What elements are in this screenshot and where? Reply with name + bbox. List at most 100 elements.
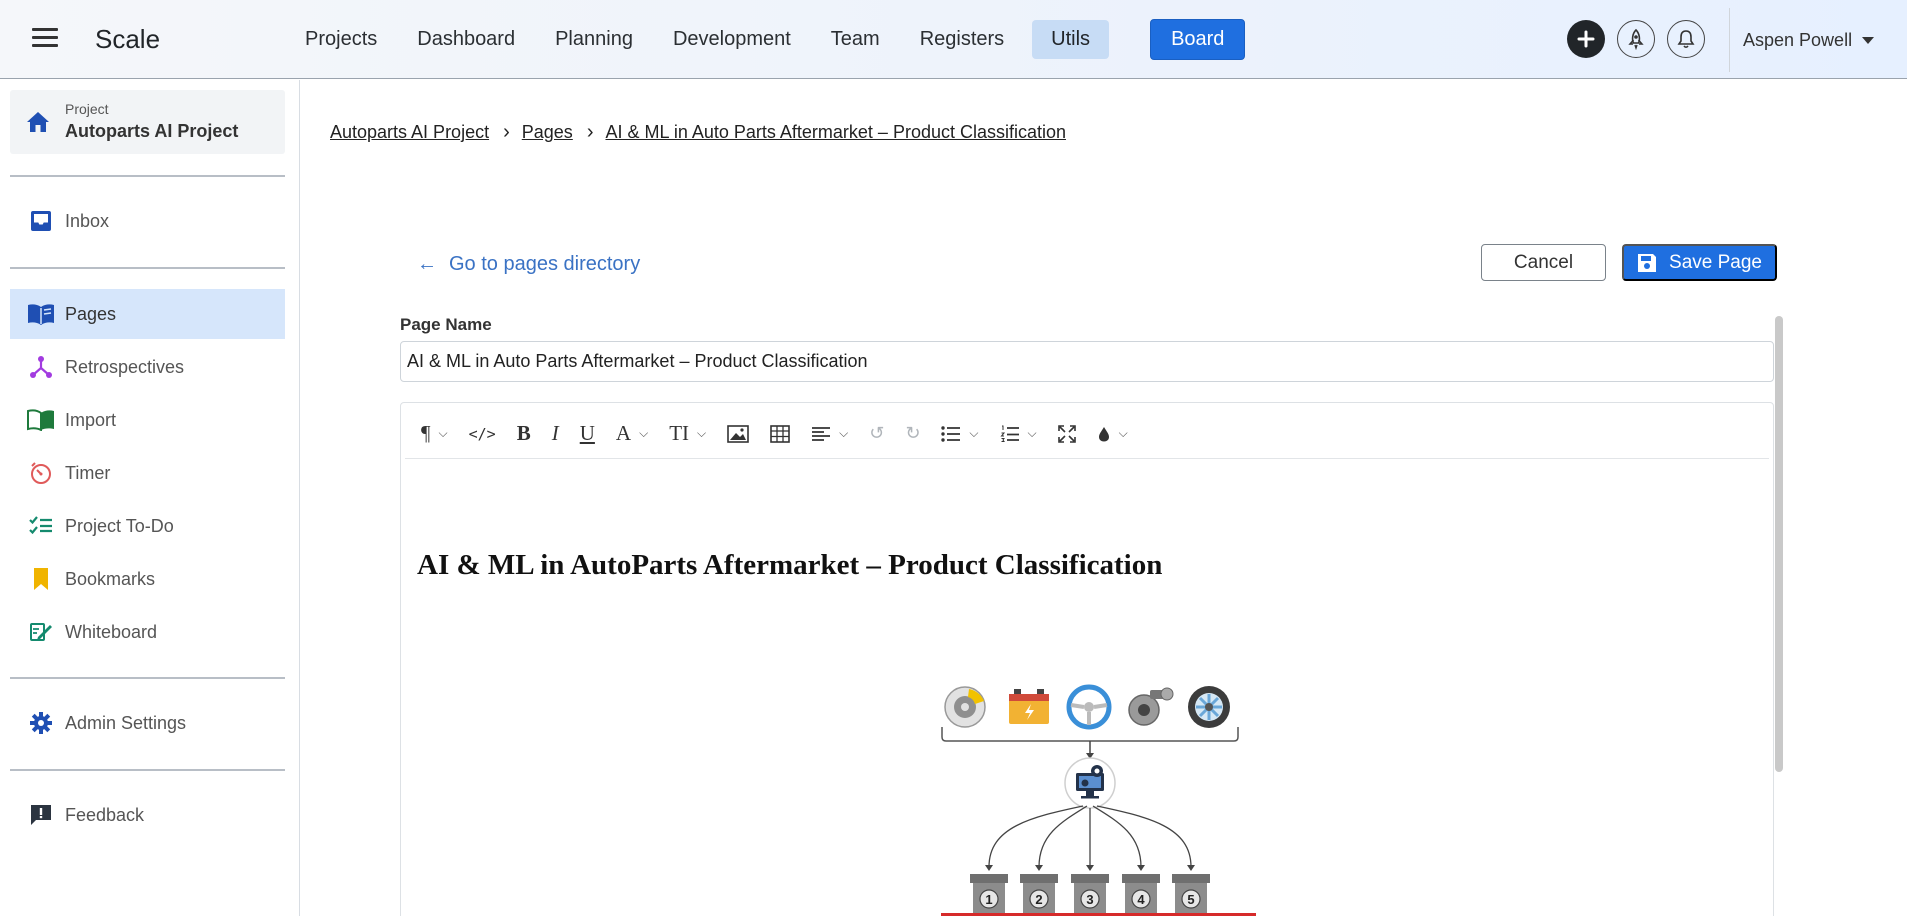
- bell-icon[interactable]: [1667, 20, 1705, 58]
- sidebar-item-inbox[interactable]: Inbox: [10, 196, 285, 246]
- redo-button[interactable]: ↻: [905, 423, 920, 444]
- italic-icon: I: [551, 421, 559, 445]
- sidebar-item-pages[interactable]: Pages: [10, 289, 285, 339]
- bin-number: 3: [1086, 892, 1093, 907]
- unordered-list-dropdown[interactable]: ⌵: [941, 425, 979, 442]
- save-page-button[interactable]: Save Page: [1622, 244, 1777, 281]
- classification-diagram-image[interactable]: 1 2 3 4 5: [931, 667, 1256, 916]
- bin-number: 4: [1137, 892, 1145, 907]
- chevron-right-icon: ›: [586, 121, 594, 143]
- align-dropdown[interactable]: ⌵: [811, 426, 848, 442]
- nav-registers[interactable]: Registers: [908, 21, 1016, 58]
- back-link-label: Go to pages directory: [449, 253, 641, 275]
- nav-team[interactable]: Team: [819, 21, 892, 58]
- user-menu[interactable]: Aspen Powell: [1743, 30, 1875, 51]
- ordered-list-dropdown[interactable]: ⌵: [999, 425, 1037, 443]
- numbered-list-icon: [999, 425, 1019, 442]
- sidebar-item-import[interactable]: Import: [10, 395, 285, 445]
- underline-button[interactable]: U: [580, 421, 595, 446]
- italic-button[interactable]: I: [552, 421, 559, 446]
- sidebar-item-label: Timer: [65, 462, 111, 483]
- sidebar-item-feedback[interactable]: Feedback: [10, 790, 285, 840]
- nav-development[interactable]: Development: [661, 21, 803, 58]
- brand-name[interactable]: Scale: [95, 24, 160, 55]
- bin-number: 5: [1187, 892, 1194, 907]
- insert-table-button[interactable]: [770, 424, 790, 443]
- header-divider: [1729, 8, 1730, 72]
- paragraph-format-dropdown[interactable]: ¶ ⌵: [421, 421, 448, 446]
- project-label: Project: [65, 101, 109, 117]
- stopwatch-icon: [26, 461, 56, 485]
- brake-disc-icon: [944, 686, 986, 728]
- sidebar-item-label: Import: [65, 409, 117, 430]
- chevron-right-icon: ›: [503, 121, 510, 143]
- scrollbar-thumb[interactable]: [1775, 316, 1783, 772]
- text-color-icon: A: [615, 421, 632, 445]
- redo-icon: ↻: [905, 423, 921, 444]
- main-nav: Projects Dashboard Planning Development …: [293, 18, 1261, 60]
- nav-dashboard[interactable]: Dashboard: [405, 21, 527, 58]
- save-button-label: Save Page: [1669, 251, 1762, 273]
- sidebar-item-timer[interactable]: Timer: [10, 448, 285, 498]
- sidebar-item-label: Retrospectives: [65, 356, 185, 377]
- highlight-dropdown[interactable]: ⌵: [1097, 425, 1128, 443]
- inbox-icon: [26, 209, 56, 233]
- cancel-button[interactable]: Cancel: [1481, 244, 1606, 281]
- document-heading[interactable]: AI & ML in AutoParts Aftermarket – Produ…: [417, 549, 1162, 582]
- bold-icon: B: [516, 421, 531, 445]
- breadcrumb-project[interactable]: Autoparts AI Project: [330, 122, 489, 143]
- font-size-dropdown[interactable]: TI ⌵: [669, 421, 706, 446]
- hamburger-icon[interactable]: [32, 28, 58, 50]
- chevron-down-icon: ⌵: [639, 426, 649, 440]
- caret-down-icon: [1862, 37, 1875, 44]
- pen-board-icon: [26, 620, 56, 644]
- undo-button[interactable]: ↺: [869, 423, 884, 444]
- code-view-button[interactable]: </>: [469, 425, 496, 443]
- breadcrumb-pages[interactable]: Pages: [522, 122, 573, 143]
- breadcrumb: Autoparts AI Project › Pages › AI & ML i…: [330, 121, 1066, 144]
- font-color-dropdown[interactable]: A ⌵: [616, 421, 648, 446]
- sidebar-divider: [10, 267, 285, 269]
- sidebar-item-label: Feedback: [65, 804, 145, 825]
- category-bin: 2: [1020, 874, 1058, 913]
- text-size-icon: TI: [669, 421, 690, 445]
- bookmark-icon: [26, 567, 56, 591]
- page-name-input[interactable]: [400, 341, 1774, 382]
- checklist-icon: [26, 515, 56, 537]
- fullscreen-button[interactable]: [1057, 424, 1076, 443]
- nav-projects[interactable]: Projects: [293, 21, 389, 58]
- sidebar-item-whiteboard[interactable]: Whiteboard: [10, 607, 285, 657]
- sidebar-item-admin-settings[interactable]: Admin Settings: [10, 698, 285, 748]
- nodes-icon: [26, 355, 56, 379]
- sidebar: Project Autoparts AI Project Inbox Pages…: [0, 80, 300, 916]
- arrow-left-icon: ←: [417, 253, 437, 275]
- car-battery-icon: [1009, 689, 1049, 724]
- sidebar-item-retrospectives[interactable]: Retrospectives: [10, 342, 285, 392]
- sidebar-divider: [10, 769, 285, 771]
- category-bin: 3: [1071, 874, 1109, 913]
- nav-utils[interactable]: Utils: [1032, 19, 1110, 59]
- nav-board-button[interactable]: Board: [1150, 18, 1246, 60]
- sidebar-item-project-todo[interactable]: Project To-Do: [10, 501, 285, 551]
- plus-circle-icon[interactable]: [1567, 20, 1605, 58]
- bullet-list-icon: [941, 425, 961, 442]
- align-left-icon: [812, 426, 831, 441]
- feedback-icon: [26, 803, 56, 827]
- bold-button[interactable]: B: [517, 421, 531, 446]
- page-name-label: Page Name: [400, 315, 492, 334]
- sidebar-item-bookmarks[interactable]: Bookmarks: [10, 554, 285, 604]
- top-icon-group: [1567, 20, 1717, 58]
- computer-gears-icon: [1064, 757, 1116, 809]
- project-selector[interactable]: Project Autoparts AI Project: [10, 90, 285, 154]
- sidebar-item-label: Pages: [65, 303, 117, 324]
- image-icon: [727, 424, 749, 443]
- sidebar-item-label: Project To-Do: [65, 515, 174, 536]
- sidebar-item-label: Inbox: [65, 210, 110, 231]
- rocket-icon[interactable]: [1617, 20, 1655, 58]
- chevron-down-icon: ⌵: [1118, 426, 1128, 440]
- back-to-pages-link[interactable]: ← Go to pages directory: [417, 253, 640, 276]
- insert-image-button[interactable]: [727, 424, 749, 443]
- breadcrumb-current[interactable]: AI & ML in Auto Parts Aftermarket – Prod…: [605, 122, 1066, 143]
- rich-text-editor[interactable]: ¶ ⌵ </> B I U A ⌵ TI ⌵ ⌵ ↺ ↻ ⌵ ⌵ ⌵ AI & …: [400, 402, 1774, 916]
- nav-planning[interactable]: Planning: [543, 21, 645, 58]
